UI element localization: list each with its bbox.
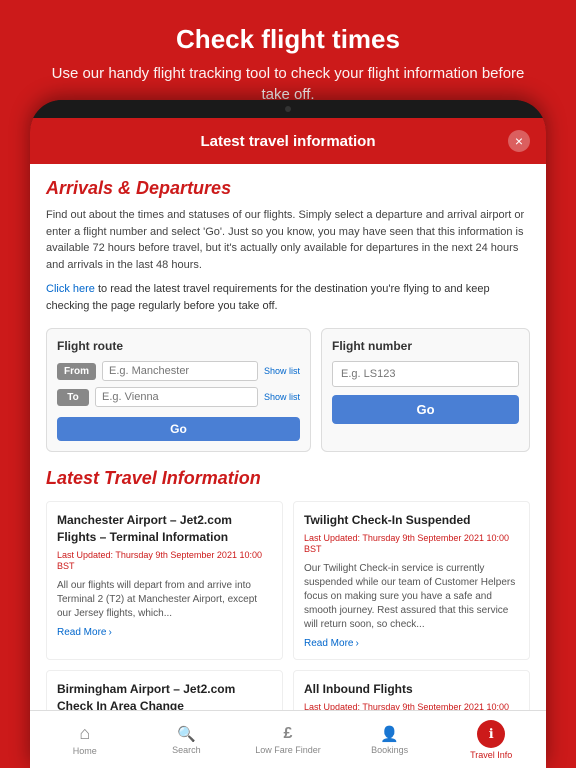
from-show-list[interactable]: Show list xyxy=(264,366,300,376)
page-subtitle: Use our handy flight tracking tool to ch… xyxy=(40,63,536,105)
low-fare-icon: £ xyxy=(284,725,293,743)
number-go-button[interactable]: Go xyxy=(332,395,519,424)
flight-number-title: Flight number xyxy=(332,339,519,353)
arrivals-heading: Arrivals & Departures xyxy=(46,178,530,199)
modal-panel: Latest travel information × Arrivals & D… xyxy=(30,118,546,728)
news-card: Twilight Check-In Suspended Last Updated… xyxy=(293,501,530,660)
news-card-title: Manchester Airport – Jet2.com Flights – … xyxy=(57,512,272,546)
latest-travel-heading: Latest Travel Information xyxy=(46,468,530,489)
click-here-link[interactable]: Click here xyxy=(46,283,95,295)
news-card-title: All Inbound Flights xyxy=(304,681,519,698)
nav-label-bookings: Bookings xyxy=(371,745,408,755)
modal-body: Arrivals & Departures Find out about the… xyxy=(30,164,546,728)
news-card: Manchester Airport – Jet2.com Flights – … xyxy=(46,501,283,660)
nav-item-search[interactable]: 🔍 Search xyxy=(136,719,238,761)
to-row: To Show list xyxy=(57,387,300,407)
news-card-date: Last Updated: Thursday 9th September 202… xyxy=(304,533,519,556)
to-input[interactable] xyxy=(95,387,258,407)
nav-item-home[interactable]: ⌂ Home xyxy=(34,717,136,762)
travel-info-icon: ℹ xyxy=(489,726,494,742)
read-more-link[interactable]: Read More › xyxy=(304,638,519,649)
to-label: To xyxy=(57,389,89,406)
nav-label-home: Home xyxy=(73,746,97,756)
news-card-text: Our Twilight Check-in service is current… xyxy=(304,562,519,632)
flight-route-title: Flight route xyxy=(57,339,300,353)
flight-number-box: Flight number Go xyxy=(321,328,530,452)
modal-title: Latest travel information xyxy=(68,133,508,150)
nav-label-travel-info: Travel Info xyxy=(470,750,512,760)
nav-label-search: Search xyxy=(172,745,201,755)
modal-close-button[interactable]: × xyxy=(508,130,530,152)
bottom-nav: ⌂ Home 🔍 Search £ Low Fare Finder 👤 Book… xyxy=(30,710,546,768)
from-label: From xyxy=(57,363,96,380)
read-more-link[interactable]: Read More › xyxy=(57,627,272,638)
click-here-suffix: to read the latest travel requirements f… xyxy=(46,283,490,312)
search-icon: 🔍 xyxy=(177,725,196,743)
to-show-list[interactable]: Show list xyxy=(264,392,300,402)
search-boxes: Flight route From Show list To Show list… xyxy=(46,328,530,452)
nav-label-low-fare: Low Fare Finder xyxy=(255,745,321,755)
device-notch xyxy=(30,100,546,118)
news-grid: Manchester Airport – Jet2.com Flights – … xyxy=(46,501,530,728)
home-icon: ⌂ xyxy=(79,723,90,744)
device-frame: Latest travel information × Arrivals & D… xyxy=(30,100,546,768)
news-card-text: All our flights will depart from and arr… xyxy=(57,579,272,621)
flight-number-input[interactable] xyxy=(332,361,519,387)
flight-route-box: Flight route From Show list To Show list… xyxy=(46,328,311,452)
click-here-text: Click here to read the latest travel req… xyxy=(46,281,530,314)
nav-item-travel-info[interactable]: ℹ Travel Info xyxy=(440,714,542,766)
news-card-date: Last Updated: Thursday 9th September 202… xyxy=(57,550,272,573)
news-card-title: Twilight Check-In Suspended xyxy=(304,512,519,529)
page-title: Check flight times xyxy=(40,24,536,55)
nav-item-bookings[interactable]: 👤 Bookings xyxy=(339,719,441,761)
route-go-button[interactable]: Go xyxy=(57,417,300,441)
bookings-icon: 👤 xyxy=(380,725,399,743)
notch-dot xyxy=(285,106,291,112)
from-input[interactable] xyxy=(102,361,258,381)
from-row: From Show list xyxy=(57,361,300,381)
modal-header: Latest travel information × xyxy=(30,118,546,164)
nav-item-low-fare[interactable]: £ Low Fare Finder xyxy=(237,719,339,761)
travel-info-circle: ℹ xyxy=(477,720,505,748)
arrivals-description: Find out about the times and statuses of… xyxy=(46,207,530,273)
